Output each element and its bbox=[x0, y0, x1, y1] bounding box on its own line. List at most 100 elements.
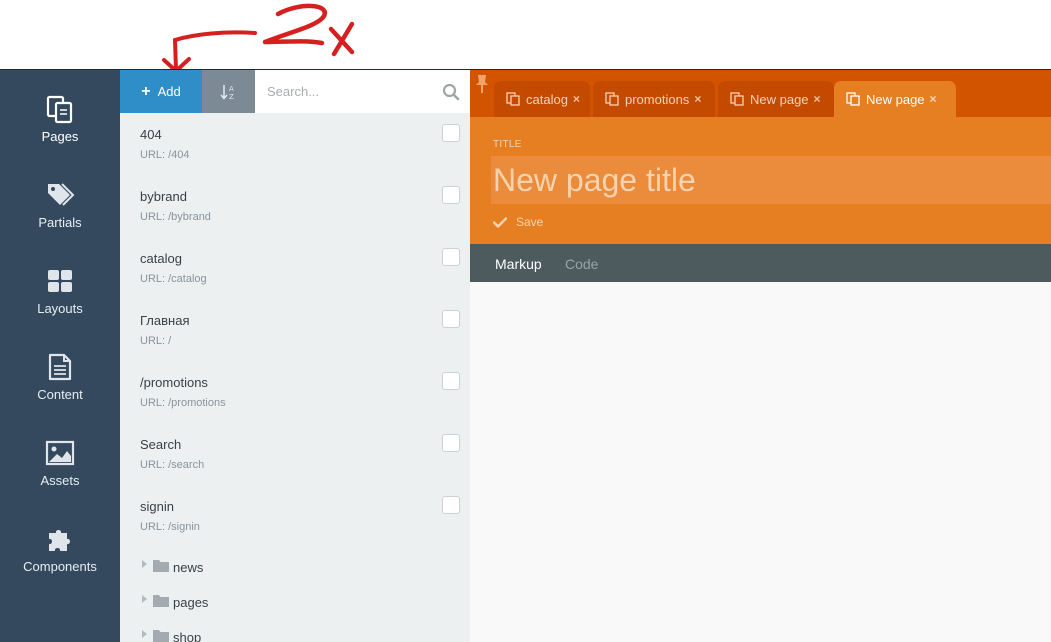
tab-label: promotions bbox=[625, 91, 690, 107]
sidebar-item-label: Pages bbox=[41, 129, 79, 144]
folder-item-news[interactable]: news bbox=[120, 550, 470, 585]
sidebar-item-pages[interactable]: Pages bbox=[0, 70, 120, 156]
page-name: bybrand bbox=[140, 189, 187, 204]
tab-new-page[interactable]: New page × bbox=[718, 81, 834, 117]
pages-icon bbox=[846, 92, 860, 106]
list-item[interactable]: /promotions URL: /promotions bbox=[120, 361, 470, 423]
page-checkbox[interactable] bbox=[442, 124, 460, 142]
sidebar-item-content[interactable]: Content bbox=[0, 328, 120, 414]
tab-label: catalog bbox=[526, 91, 568, 107]
sidebar-item-label: Layouts bbox=[37, 301, 83, 316]
page-url: URL: /catalog bbox=[140, 273, 207, 285]
list-item[interactable]: Search URL: /search bbox=[120, 423, 470, 485]
tab-code[interactable]: Code bbox=[565, 256, 598, 272]
sidebar-item-label: Components bbox=[23, 559, 97, 574]
search-input[interactable] bbox=[255, 70, 435, 113]
annotation-overlay bbox=[0, 0, 1051, 73]
sort-button[interactable]: A Z bbox=[202, 70, 255, 113]
caret-right-icon[interactable] bbox=[142, 630, 147, 638]
page-url: URL: /search bbox=[140, 459, 205, 471]
cms-app: Pages Partials Layouts Content Assets Co… bbox=[0, 69, 1051, 642]
page-url: URL: /bybrand bbox=[140, 211, 211, 223]
page-list-panel: + Add A Z 404 URL: /404 bbox=[120, 70, 470, 642]
list-item[interactable]: catalog URL: /catalog bbox=[120, 237, 470, 299]
pages-icon bbox=[730, 92, 744, 106]
page-name: signin bbox=[140, 499, 174, 514]
pages-icon bbox=[605, 92, 619, 106]
sort-alpha-icon: A Z bbox=[219, 84, 234, 101]
search-box bbox=[255, 70, 470, 113]
folder-item-pages[interactable]: pages bbox=[120, 585, 470, 620]
sidebar-item-layouts[interactable]: Layouts bbox=[0, 242, 120, 328]
tags-icon bbox=[48, 183, 75, 206]
page-name: Search bbox=[140, 437, 182, 452]
save-button[interactable]: Save bbox=[493, 215, 543, 229]
title-input[interactable] bbox=[491, 156, 1051, 204]
folder-name: pages bbox=[173, 595, 209, 610]
editor-mode-bar: Markup Code bbox=[470, 244, 1051, 282]
tab-new-page-active[interactable]: New page × bbox=[834, 81, 956, 117]
svg-text:Z: Z bbox=[229, 93, 234, 101]
list-toolbar: + Add A Z bbox=[120, 70, 470, 113]
tab-markup[interactable]: Markup bbox=[495, 256, 542, 272]
search-icon[interactable] bbox=[442, 83, 460, 101]
folder-icon bbox=[153, 595, 169, 607]
page-checkbox[interactable] bbox=[442, 496, 460, 514]
close-icon[interactable]: × bbox=[573, 92, 580, 106]
folder-name: news bbox=[173, 560, 204, 575]
folder-icon bbox=[153, 560, 169, 572]
svg-text:A: A bbox=[229, 85, 234, 93]
list-item[interactable]: 404 URL: /404 bbox=[120, 113, 470, 175]
list-item[interactable]: bybrand URL: /bybrand bbox=[120, 175, 470, 237]
add-button[interactable]: + Add bbox=[120, 70, 202, 113]
page-list: 404 URL: /404 bybrand URL: /bybrand cata… bbox=[120, 113, 470, 547]
sidebar-item-components[interactable]: Components bbox=[0, 500, 120, 586]
page-checkbox[interactable] bbox=[442, 310, 460, 328]
caret-right-icon[interactable] bbox=[142, 595, 147, 603]
puzzle-icon bbox=[49, 530, 70, 551]
page-name: 404 bbox=[140, 127, 162, 142]
tab-promotions[interactable]: promotions × bbox=[593, 81, 715, 117]
page-checkbox[interactable] bbox=[442, 372, 460, 390]
save-label: Save bbox=[516, 215, 544, 229]
folder-item-shop[interactable]: shop bbox=[120, 620, 470, 642]
page-checkbox[interactable] bbox=[442, 434, 460, 452]
editor-area: catalog × promotions × New page × New pa… bbox=[470, 70, 1051, 642]
document-icon bbox=[48, 353, 72, 381]
pin-icon[interactable] bbox=[474, 74, 490, 94]
sidebar-item-assets[interactable]: Assets bbox=[0, 414, 120, 500]
caret-right-icon[interactable] bbox=[142, 560, 147, 568]
pages-icon bbox=[506, 92, 520, 106]
close-icon[interactable]: × bbox=[930, 92, 937, 106]
close-icon[interactable]: × bbox=[694, 92, 701, 106]
tab-label: New page bbox=[750, 91, 809, 107]
close-icon[interactable]: × bbox=[814, 92, 821, 106]
tab-label: New page bbox=[866, 91, 925, 107]
sidebar-item-label: Partials bbox=[38, 215, 82, 230]
sidebar-item-label: Content bbox=[37, 387, 83, 402]
page-url: URL: /promotions bbox=[140, 397, 226, 409]
tab-catalog[interactable]: catalog × bbox=[494, 81, 590, 117]
red-arrow-annotation bbox=[162, 3, 355, 73]
editor-tabbar: catalog × promotions × New page × New pa… bbox=[470, 70, 1051, 117]
add-button-label: Add bbox=[157, 84, 181, 99]
sidebar-item-label: Assets bbox=[40, 473, 80, 488]
list-item[interactable]: Главная URL: / bbox=[120, 299, 470, 361]
page-name: Главная bbox=[140, 313, 190, 328]
pages-icon bbox=[46, 95, 73, 124]
page-checkbox[interactable] bbox=[442, 186, 460, 204]
page-url: URL: /404 bbox=[140, 149, 190, 161]
page-name: catalog bbox=[140, 251, 182, 266]
folder-icon bbox=[153, 630, 169, 642]
title-label: TITLE bbox=[493, 139, 522, 150]
list-item[interactable]: signin URL: /signin bbox=[120, 485, 470, 547]
page-checkbox[interactable] bbox=[442, 248, 460, 266]
page-url: URL: /signin bbox=[140, 521, 200, 533]
title-section: TITLE Save bbox=[470, 117, 1051, 244]
page-url: URL: / bbox=[140, 335, 172, 347]
page-name: /promotions bbox=[140, 375, 208, 390]
image-icon bbox=[45, 440, 75, 466]
layouts-icon bbox=[48, 270, 72, 292]
folder-list: news pages shop bbox=[120, 550, 470, 642]
sidebar-item-partials[interactable]: Partials bbox=[0, 156, 120, 242]
